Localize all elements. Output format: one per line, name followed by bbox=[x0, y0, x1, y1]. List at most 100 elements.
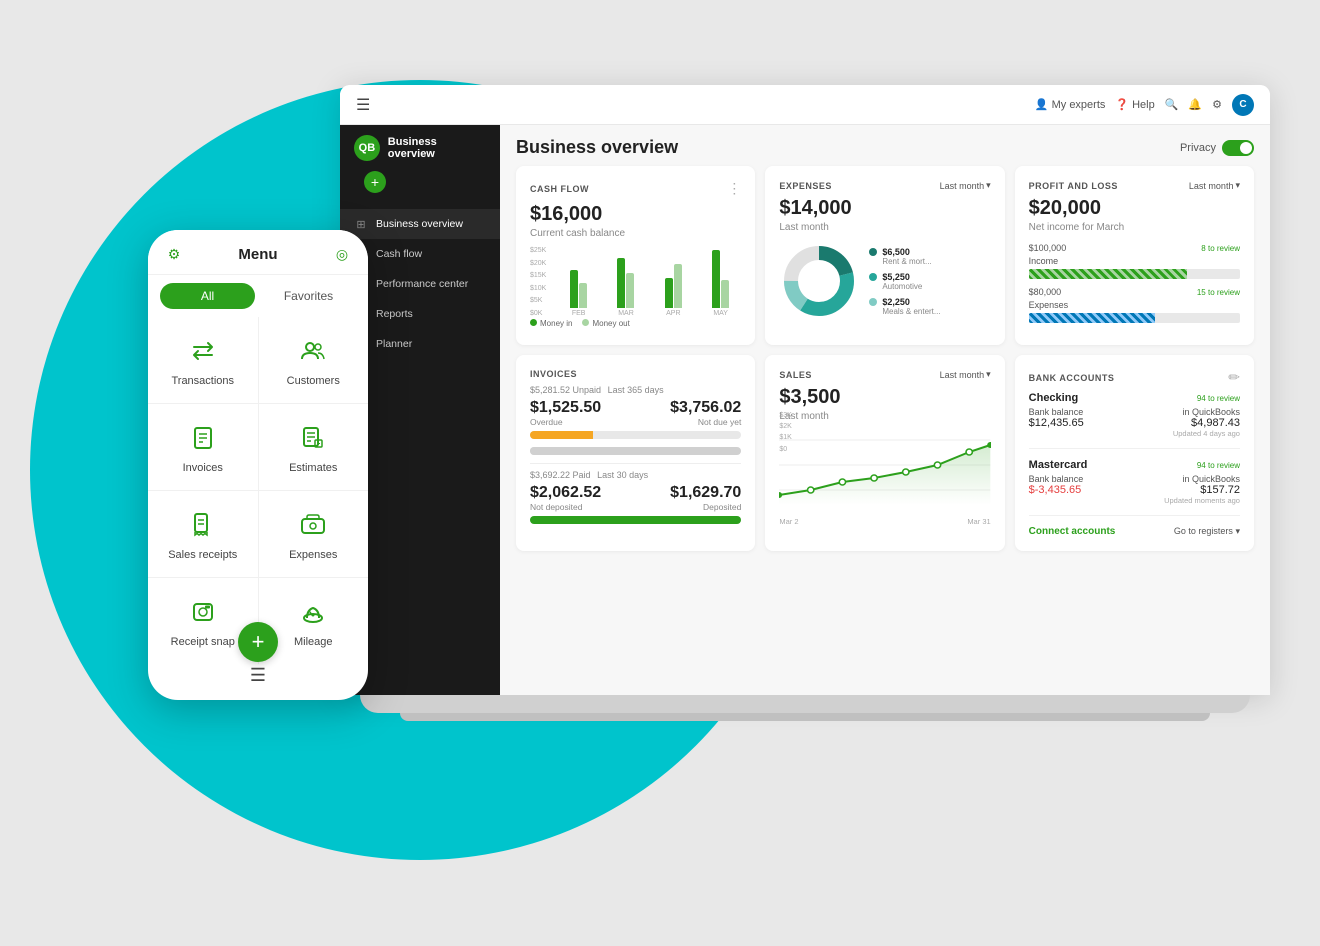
sales-subtitle: Last month bbox=[779, 411, 990, 422]
automotive-dot bbox=[869, 273, 877, 281]
sidebar-add-button[interactable]: + bbox=[364, 171, 386, 193]
expenses-review[interactable]: 15 to review bbox=[1197, 288, 1240, 297]
expenses-header: EXPENSES Last month ▾ bbox=[779, 180, 990, 191]
invoices-icon bbox=[185, 420, 221, 456]
cash-flow-title: CASH FLOW bbox=[530, 184, 589, 194]
sidebar-item-label-performance: Performance center bbox=[376, 278, 468, 290]
top-nav: ☰ 👤 My experts ❓ Help 🔍 🔔 bbox=[340, 85, 1270, 125]
expenses-bar-row: $80,000 15 to review Expenses bbox=[1029, 287, 1240, 323]
sidebar-item-business-overview[interactable]: ⊞ Business overview bbox=[340, 209, 500, 239]
bank-accounts-header: BANK ACCOUNTS ✏ bbox=[1029, 369, 1240, 386]
sales-header: SALES Last month ▾ bbox=[779, 369, 990, 380]
my-experts-button[interactable]: 👤 My experts bbox=[1035, 98, 1106, 111]
mobile-grid-customers[interactable]: Customers bbox=[259, 317, 369, 403]
search-button[interactable]: 🔍 bbox=[1165, 98, 1179, 111]
mobile-fab-button[interactable]: + bbox=[238, 622, 278, 662]
bar-apr-out bbox=[674, 264, 682, 308]
rent-dot bbox=[869, 248, 877, 256]
dashboard-grid: CASH FLOW ⋮ $16,000 Current cash balance… bbox=[500, 166, 1270, 567]
sales-chart-labels: Mar 2 Mar 31 bbox=[779, 517, 990, 526]
pl-period[interactable]: Last month ▾ bbox=[1189, 180, 1240, 191]
invoices-header: INVOICES bbox=[530, 369, 741, 379]
expenses-period[interactable]: Last month ▾ bbox=[940, 180, 991, 191]
mobile-grid-invoices[interactable]: Invoices bbox=[148, 404, 258, 490]
mobile-grid-estimates[interactable]: Estimates bbox=[259, 404, 369, 490]
cash-flow-chart: $25K$20K$15K$10K$5K$0K bbox=[530, 247, 741, 317]
sales-date-end: Mar 31 bbox=[967, 517, 990, 526]
rent-text: $6,500 Rent & mort... bbox=[882, 247, 931, 266]
main-content: Business overview Privacy CASH FLOW ⋮ bbox=[500, 125, 1270, 695]
expenses-card: EXPENSES Last month ▾ $14,000 Last month bbox=[765, 166, 1004, 345]
receipt-snap-label: Receipt snap bbox=[171, 636, 235, 648]
user-avatar[interactable]: C bbox=[1232, 94, 1254, 116]
privacy-label: Privacy bbox=[1180, 142, 1216, 154]
pencil-icon[interactable]: ✏ bbox=[1228, 369, 1240, 386]
paid-label: $3,692.22 Paid Last 30 days bbox=[530, 470, 741, 480]
overdue-col: $1,525.50 Overdue bbox=[530, 399, 601, 427]
bar-feb-out bbox=[579, 283, 587, 308]
mobile-grid-sales-receipts[interactable]: Sales receipts bbox=[148, 491, 258, 577]
privacy-switch[interactable] bbox=[1222, 140, 1254, 156]
cash-flow-header: CASH FLOW ⋮ bbox=[530, 180, 741, 197]
person-icon: 👤 bbox=[1035, 98, 1049, 111]
expenses-icon bbox=[295, 507, 331, 543]
chevron-down-icon: ▾ bbox=[986, 180, 991, 191]
help-button[interactable]: ❓ Help bbox=[1115, 98, 1154, 111]
pl-title: PROFIT AND LOSS bbox=[1029, 181, 1118, 191]
sidebar-app-name: Business overview bbox=[388, 136, 486, 160]
bar-may-in bbox=[712, 250, 720, 308]
not-due-fill bbox=[530, 447, 678, 455]
not-due-col: $3,756.02 Not due yet bbox=[670, 399, 741, 427]
sales-period[interactable]: Last month ▾ bbox=[940, 369, 991, 380]
mobile-tab-all[interactable]: All bbox=[160, 283, 255, 309]
mobile-grid-expenses[interactable]: Expenses bbox=[259, 491, 369, 577]
income-bar-header: $100,000 8 to review bbox=[1029, 243, 1240, 253]
cash-flow-menu[interactable]: ⋮ bbox=[727, 180, 741, 197]
notifications-button[interactable]: 🔔 bbox=[1188, 98, 1202, 111]
mobile-menu-icon[interactable]: ☰ bbox=[250, 665, 266, 686]
transactions-label: Transactions bbox=[171, 375, 234, 387]
cash-flow-amount: $16,000 bbox=[530, 203, 741, 226]
donut-item-automotive: $5,250 Automotive bbox=[869, 272, 940, 291]
expenses-title: EXPENSES bbox=[779, 181, 832, 191]
settings-icon[interactable]: ⚙ bbox=[162, 242, 186, 266]
mileage-icon bbox=[295, 594, 331, 630]
bar-group-may: MAY bbox=[700, 250, 741, 317]
overdue-track bbox=[530, 431, 741, 439]
go-to-registers-link[interactable]: Go to registers ▾ bbox=[1174, 526, 1240, 537]
my-experts-label: My experts bbox=[1052, 99, 1106, 111]
pl-chevron-icon: ▾ bbox=[1235, 180, 1240, 191]
checking-review[interactable]: 94 to review bbox=[1197, 394, 1240, 403]
receipt-snap-icon bbox=[185, 594, 221, 630]
checking-balance-row: Bank balance $12,435.65 in QuickBooks $4… bbox=[1029, 407, 1240, 438]
bar-group-feb: FEB bbox=[558, 270, 599, 317]
privacy-toggle[interactable]: Privacy bbox=[1180, 140, 1254, 156]
mobile-tab-favorites[interactable]: Favorites bbox=[261, 283, 356, 309]
income-review[interactable]: 8 to review bbox=[1201, 244, 1240, 253]
pl-bars: $100,000 8 to review Income bbox=[1029, 243, 1240, 323]
invoices-card: INVOICES $5,281.52 Unpaid Last 365 days … bbox=[516, 355, 755, 551]
deposited-col: $1,629.70 Deposited bbox=[670, 484, 741, 512]
mastercard-bank-balance: Bank balance $-3,435.65 bbox=[1029, 474, 1084, 496]
qb-logo: QB bbox=[354, 135, 380, 161]
not-deposited-col: $2,062.52 Not deposited bbox=[530, 484, 601, 512]
connect-accounts-link[interactable]: Connect accounts bbox=[1029, 526, 1116, 537]
paid-row: $2,062.52 Not deposited $1,629.70 Deposi… bbox=[530, 484, 741, 512]
donut-chart bbox=[779, 241, 859, 321]
donut-legend: $6,500 Rent & mort... $5,250 Auto bbox=[869, 247, 940, 316]
checking-qb-balance: in QuickBooks $4,987.43 Updated 4 days a… bbox=[1173, 407, 1240, 438]
not-due-track bbox=[530, 447, 741, 455]
bar-label-feb: FEB bbox=[572, 310, 586, 317]
legend-out: Money out bbox=[582, 319, 629, 328]
deposited-track bbox=[530, 516, 741, 524]
donut-item-meals: $2,250 Meals & entert... bbox=[869, 297, 940, 316]
mastercard-review[interactable]: 94 to review bbox=[1197, 461, 1240, 470]
sales-chart: Mar 2 Mar 31 bbox=[779, 430, 990, 526]
checking-header: Checking 94 to review bbox=[1029, 392, 1240, 404]
hamburger-icon[interactable]: ☰ bbox=[356, 95, 370, 115]
pl-amount: $20,000 bbox=[1029, 197, 1240, 220]
income-fill bbox=[1029, 269, 1187, 279]
sidebar-item-label-cash-flow: Cash flow bbox=[376, 248, 422, 260]
mobile-grid-transactions[interactable]: Transactions bbox=[148, 317, 258, 403]
settings-button[interactable]: ⚙ bbox=[1212, 98, 1222, 111]
